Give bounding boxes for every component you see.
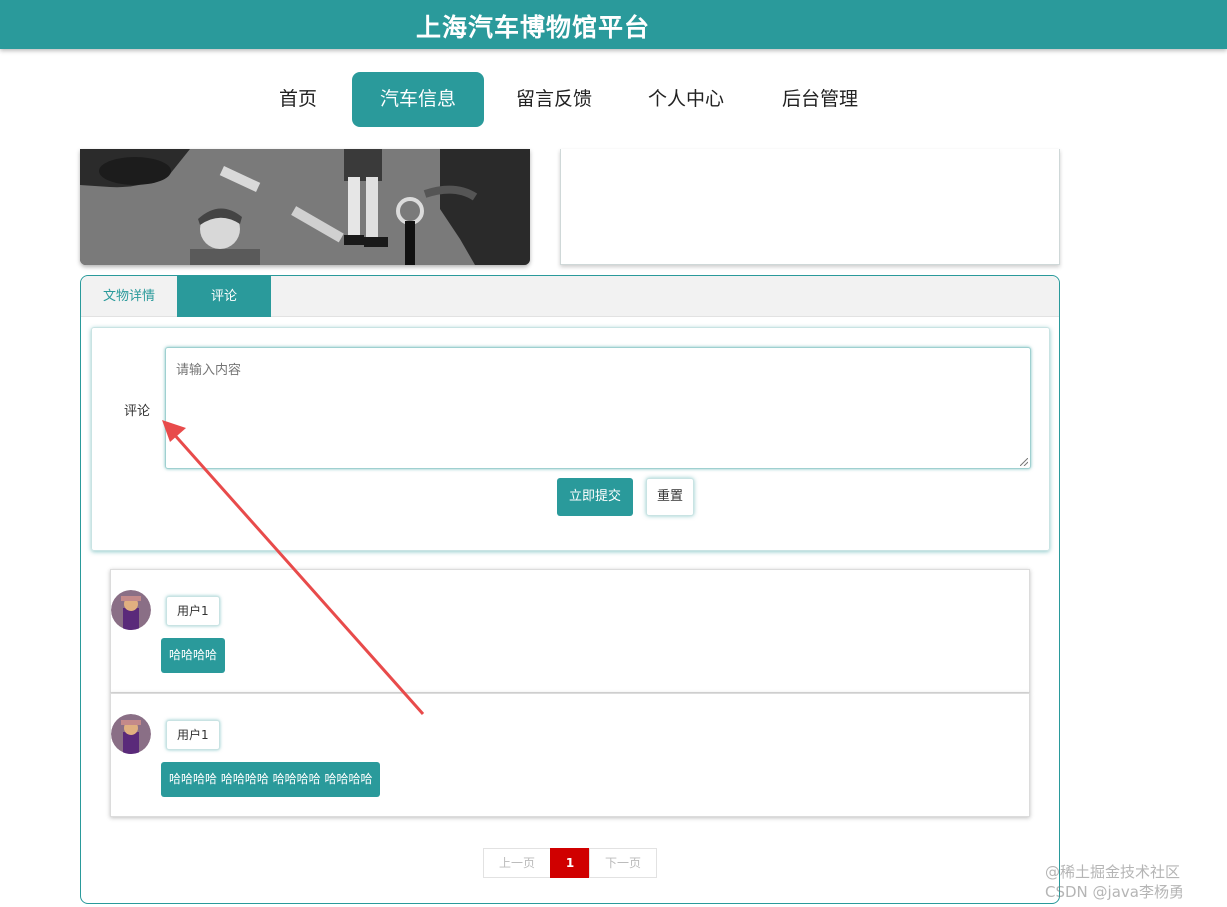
- comment-item: 用户1 哈哈哈哈: [110, 569, 1030, 693]
- next-page-button[interactable]: 下一页: [589, 848, 657, 878]
- watermark-line-1: @稀土掘金技术社区: [1045, 863, 1181, 881]
- nav-item-car-info[interactable]: 汽车信息: [352, 72, 484, 127]
- avatar-image: [111, 714, 151, 754]
- tab-comments[interactable]: 评论: [177, 276, 271, 317]
- nav-item-feedback[interactable]: 留言反馈: [502, 72, 606, 127]
- tab-bar: 文物详情 评论: [81, 276, 1059, 317]
- comment-field-label: 评论: [124, 404, 151, 419]
- exhibit-photo-graphic: [80, 149, 530, 265]
- avatar: [111, 590, 151, 630]
- avatar: [111, 714, 151, 754]
- nav-item-home[interactable]: 首页: [262, 72, 334, 127]
- page-number-current[interactable]: 1: [550, 848, 590, 878]
- detail-panel: 文物详情 评论 评论 立即提交 重置 用户1 哈哈哈哈: [80, 275, 1060, 904]
- nav-item-profile[interactable]: 个人中心: [634, 72, 738, 127]
- main-nav: 首页 汽车信息 留言反馈 个人中心 后台管理: [0, 72, 1227, 127]
- avatar-image: [111, 590, 151, 630]
- resize-handle-icon[interactable]: [1020, 458, 1028, 466]
- reset-button[interactable]: 重置: [646, 478, 694, 516]
- top-header-bar: 上海汽车博物馆平台: [0, 0, 1227, 49]
- comment-content: 哈哈哈哈 哈哈哈哈 哈哈哈哈 哈哈哈哈: [161, 762, 381, 797]
- submit-button[interactable]: 立即提交: [557, 478, 633, 516]
- tab-artifact-details[interactable]: 文物详情: [81, 276, 177, 317]
- comment-username: 用户1: [166, 596, 220, 626]
- exhibit-info-box: [560, 149, 1060, 265]
- exhibit-photo: [80, 149, 530, 265]
- comment-username: 用户1: [166, 720, 220, 750]
- watermark-line-2: CSDN @java李杨勇: [1045, 883, 1184, 901]
- comment-textarea[interactable]: [165, 347, 1031, 469]
- nav-item-admin[interactable]: 后台管理: [768, 72, 872, 127]
- watermark: @稀土掘金技术社区 CSDN @java李杨勇: [1045, 862, 1184, 902]
- site-title: 上海汽车博物馆平台: [416, 13, 651, 42]
- comment-form: 评论 立即提交 重置: [91, 327, 1050, 551]
- comment-content: 哈哈哈哈: [161, 638, 226, 673]
- comment-item: 用户1 哈哈哈哈 哈哈哈哈 哈哈哈哈 哈哈哈哈: [110, 693, 1030, 817]
- prev-page-button[interactable]: 上一页: [483, 848, 551, 878]
